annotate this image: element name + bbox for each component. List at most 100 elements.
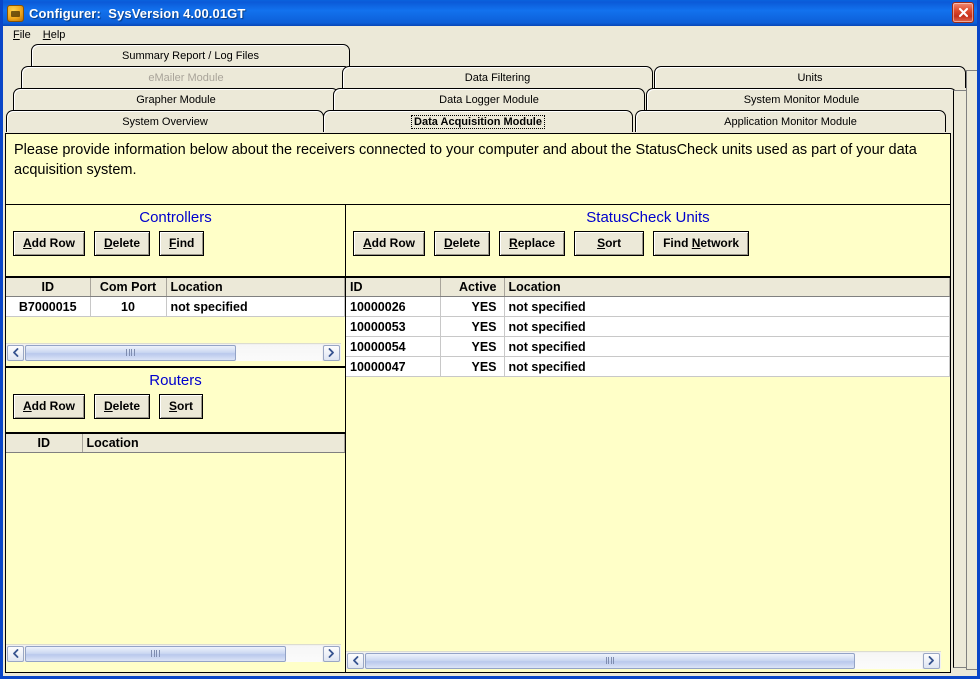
tab-row-2: eMailer Module Data Filtering Units bbox=[3, 66, 977, 88]
tab-label: System Monitor Module bbox=[743, 93, 860, 106]
tab-system-monitor-module[interactable]: System Monitor Module bbox=[646, 88, 957, 110]
table-row[interactable]: 10000047 YES not specified bbox=[346, 356, 950, 377]
routers-col-id[interactable]: ID bbox=[6, 434, 83, 453]
controllers-col-com-port[interactable]: Com Port bbox=[90, 278, 167, 297]
menu-item-file-label: ile bbox=[19, 28, 31, 41]
statuscheck-cell-id[interactable]: 10000053 bbox=[346, 316, 441, 337]
menu-bar: File Help bbox=[3, 26, 977, 44]
statuscheck-table: ID Active Location 10000026 YES not spec… bbox=[346, 278, 950, 377]
controllers-find-button[interactable]: Find bbox=[159, 231, 205, 256]
menu-item-help[interactable]: Help bbox=[38, 28, 73, 42]
scroll-left-button[interactable] bbox=[7, 645, 24, 662]
scroll-left-button[interactable] bbox=[347, 652, 364, 669]
controllers-col-location[interactable]: Location bbox=[166, 278, 345, 297]
routers-add-row-button[interactable]: Add Row bbox=[13, 394, 85, 419]
table-row[interactable]: 10000054 YES not specified bbox=[346, 336, 950, 357]
statuscheck-cell-active[interactable]: YES bbox=[440, 336, 505, 357]
routers-button-row: Add Row Delete Sort bbox=[6, 394, 345, 421]
left-column: Controllers Add Row Delete Find ID Com P… bbox=[6, 205, 346, 672]
right-column: StatusCheck Units Add Row Delete Replace… bbox=[346, 205, 950, 672]
data-acquisition-panel: Please provide information below about t… bbox=[5, 133, 951, 673]
controllers-table: ID Com Port Location B7000015 10 not spe… bbox=[6, 278, 345, 317]
tab-system-overview[interactable]: System Overview bbox=[6, 110, 324, 132]
grip-icon bbox=[605, 657, 615, 664]
chevron-right-icon bbox=[328, 649, 334, 658]
chevron-left-icon bbox=[13, 649, 19, 658]
tab-units[interactable]: Units bbox=[654, 66, 966, 88]
application-window: Configurer: SysVersion 4.00.01GT File He… bbox=[0, 0, 980, 679]
controllers-cell-location[interactable]: not specified bbox=[166, 296, 345, 317]
close-button[interactable] bbox=[952, 2, 974, 23]
controllers-delete-button[interactable]: Delete bbox=[94, 231, 151, 256]
table-row[interactable]: 10000053 YES not specified bbox=[346, 316, 950, 337]
nested-panel-edge-2 bbox=[966, 70, 977, 670]
statuscheck-cell-id[interactable]: 10000054 bbox=[346, 336, 441, 357]
controllers-panel-header: Controllers Add Row Delete Find bbox=[6, 205, 345, 278]
scroll-track[interactable] bbox=[25, 344, 322, 361]
statuscheck-sort-button[interactable]: Sort bbox=[574, 231, 645, 256]
controllers-cell-com-port[interactable]: 10 bbox=[90, 296, 167, 317]
menu-item-file[interactable]: File bbox=[8, 28, 38, 42]
tab-data-acquisition-module[interactable]: Data Acquisition Module bbox=[323, 110, 633, 132]
title-bar: Configurer: SysVersion 4.00.01GT bbox=[3, 0, 977, 26]
statuscheck-cell-active[interactable]: YES bbox=[440, 356, 505, 377]
controllers-title: Controllers bbox=[139, 209, 212, 226]
routers-panel-header: Routers Add Row Delete Sort bbox=[6, 368, 345, 434]
routers-grid: ID Location bbox=[6, 434, 345, 665]
statuscheck-add-row-button[interactable]: Add Row bbox=[353, 231, 425, 256]
statuscheck-cell-location[interactable]: not specified bbox=[504, 356, 950, 377]
tab-data-logger-module[interactable]: Data Logger Module bbox=[333, 88, 645, 110]
scroll-track[interactable] bbox=[25, 645, 322, 662]
controllers-col-id[interactable]: ID bbox=[6, 278, 91, 297]
statuscheck-hscrollbar[interactable] bbox=[346, 651, 941, 669]
tab-label: Data Logger Module bbox=[439, 93, 539, 106]
statuscheck-col-active[interactable]: Active bbox=[440, 278, 505, 297]
menu-item-help-label: elp bbox=[50, 28, 66, 41]
controllers-cell-id[interactable]: B7000015 bbox=[6, 296, 91, 317]
tab-label: Grapher Module bbox=[136, 93, 216, 106]
tab-label: System Overview bbox=[122, 115, 208, 128]
scroll-thumb[interactable] bbox=[365, 652, 856, 669]
nested-panel-edge-1 bbox=[953, 90, 967, 668]
routers-col-location[interactable]: Location bbox=[82, 434, 345, 453]
scroll-track[interactable] bbox=[365, 652, 922, 669]
statuscheck-replace-button[interactable]: Replace bbox=[499, 231, 566, 256]
scroll-right-button[interactable] bbox=[923, 652, 940, 669]
statuscheck-cell-active[interactable]: YES bbox=[440, 296, 505, 317]
tab-data-filtering[interactable]: Data Filtering bbox=[342, 66, 653, 88]
statuscheck-find-network-button[interactable]: Find Network bbox=[653, 231, 750, 256]
scroll-right-button[interactable] bbox=[323, 645, 340, 662]
statuscheck-cell-location[interactable]: not specified bbox=[504, 316, 950, 337]
tab-application-monitor-module[interactable]: Application Monitor Module bbox=[635, 110, 946, 132]
statuscheck-cell-id[interactable]: 10000026 bbox=[346, 296, 441, 317]
table-row[interactable]: B7000015 10 not specified bbox=[6, 296, 345, 317]
scroll-thumb[interactable] bbox=[25, 344, 236, 361]
tab-label: eMailer Module bbox=[148, 71, 224, 84]
scroll-thumb[interactable] bbox=[25, 645, 287, 662]
statuscheck-cell-location[interactable]: not specified bbox=[504, 296, 950, 317]
statuscheck-delete-button[interactable]: Delete bbox=[434, 231, 491, 256]
scroll-right-button[interactable] bbox=[323, 344, 340, 361]
controllers-hscrollbar[interactable] bbox=[6, 343, 341, 361]
statuscheck-cell-id[interactable]: 10000047 bbox=[346, 356, 441, 377]
tab-summary-report-log-files[interactable]: Summary Report / Log Files bbox=[31, 44, 350, 66]
tab-emailer-module: eMailer Module bbox=[21, 66, 351, 88]
statuscheck-header-row: ID Active Location bbox=[346, 278, 950, 297]
statuscheck-cell-location[interactable]: not specified bbox=[504, 336, 950, 357]
tab-row-3: Grapher Module Data Logger Module System… bbox=[3, 88, 977, 110]
tab-grapher-module[interactable]: Grapher Module bbox=[13, 88, 339, 110]
statuscheck-col-location[interactable]: Location bbox=[504, 278, 950, 297]
statuscheck-title: StatusCheck Units bbox=[586, 209, 710, 226]
close-icon bbox=[958, 7, 968, 18]
table-row[interactable]: 10000026 YES not specified bbox=[346, 296, 950, 317]
statuscheck-cell-active[interactable]: YES bbox=[440, 316, 505, 337]
statuscheck-panel-header: StatusCheck Units Add Row Delete Replace… bbox=[346, 205, 950, 278]
routers-sort-button[interactable]: Sort bbox=[159, 394, 204, 419]
controllers-add-row-button[interactable]: Add Row bbox=[13, 231, 85, 256]
tab-strip: Summary Report / Log Files eMailer Modul… bbox=[3, 44, 977, 132]
routers-delete-button[interactable]: Delete bbox=[94, 394, 151, 419]
routers-hscrollbar[interactable] bbox=[6, 644, 341, 662]
statuscheck-table-body: 10000026 YES not specified 10000053 YES … bbox=[346, 296, 950, 377]
scroll-left-button[interactable] bbox=[7, 344, 24, 361]
statuscheck-col-id[interactable]: ID bbox=[346, 278, 441, 297]
